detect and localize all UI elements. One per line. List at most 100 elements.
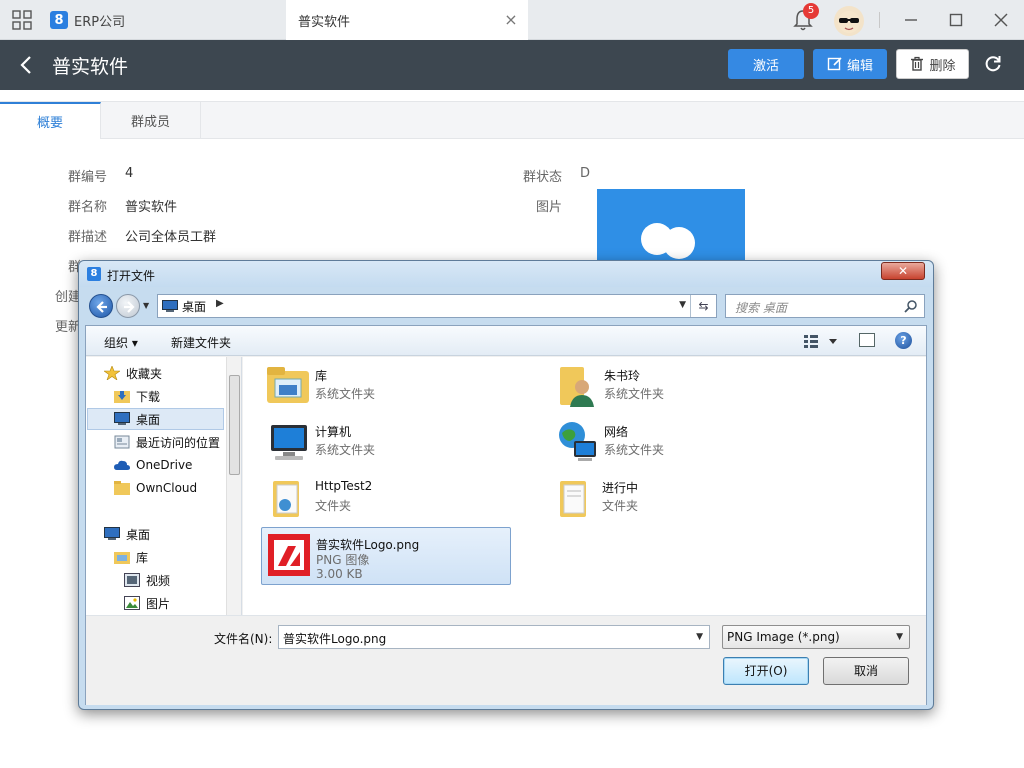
edit-button[interactable]: 编辑: [813, 49, 887, 79]
open-file-dialog: 8 打开文件 ✕ ▼ 桌面 ▶ ▼ ⇆ 搜索 桌面 组织 ▾ 新建文件夹 ? 收…: [78, 260, 934, 710]
png-image-icon: [268, 534, 310, 576]
window-tab-bar: 8 ERP公司 普实软件 × 5: [0, 0, 1024, 40]
folder-icon: [560, 481, 586, 517]
address-bar[interactable]: 桌面 ▶ ▼ ⇆: [157, 294, 717, 318]
tree-item-recent-places[interactable]: 最近访问的位置: [114, 431, 226, 453]
maximize-icon: [949, 13, 963, 27]
tab-erp-company[interactable]: 8 ERP公司: [50, 0, 280, 40]
cancel-button[interactable]: 取消: [823, 657, 909, 685]
file-item-logo-png[interactable]: 普实软件Logo.png PNG 图像 3.00 KB: [261, 527, 511, 585]
trash-icon: [911, 56, 924, 71]
back-arrow-icon[interactable]: [16, 54, 38, 76]
file-type: PNG 图像: [316, 553, 370, 567]
organize-menu[interactable]: 组织 ▾: [104, 334, 138, 351]
new-folder-button[interactable]: 新建文件夹: [171, 334, 231, 351]
forward-button[interactable]: [116, 294, 140, 318]
file-item-library[interactable]: 库 系统文件夹: [261, 359, 511, 413]
close-tab-icon[interactable]: ×: [504, 12, 518, 28]
address-dropdown-icon[interactable]: ▼: [679, 300, 686, 310]
dialog-titlebar[interactable]: 8 打开文件 ✕: [79, 261, 933, 287]
back-button[interactable]: [89, 294, 113, 318]
chevron-down-icon: ▼: [896, 632, 903, 642]
tree-scrollbar-thumb[interactable]: [229, 375, 240, 475]
file-name: 网络: [604, 425, 629, 439]
file-item-httptest2[interactable]: HttpTest2 文件夹: [261, 471, 511, 525]
tab-group-detail[interactable]: 普实软件 ×: [286, 0, 528, 40]
tab-erp-label: ERP公司: [74, 14, 126, 30]
dialog-body: 组织 ▾ 新建文件夹 ? 收藏夹 下载 桌面 最近访问的位置 OneDrive …: [85, 325, 927, 705]
group-name-value: 普实软件: [125, 200, 178, 215]
file-item-computer[interactable]: 计算机 系统文件夹: [261, 415, 511, 469]
page-header: 普实软件 激活 编辑 删除: [0, 40, 1024, 90]
tree-item-library[interactable]: 库: [114, 546, 224, 568]
preview-pane-icon[interactable]: [859, 333, 875, 347]
edit-icon: [827, 57, 842, 71]
apps-grid-icon[interactable]: [12, 10, 32, 30]
back-arrow-icon: [96, 301, 107, 313]
group-image-label: 图片: [536, 200, 563, 215]
maximize-button[interactable]: [943, 8, 969, 32]
tree-label: 桌面: [136, 412, 161, 427]
file-item-network[interactable]: 网络 系统文件夹: [550, 415, 800, 469]
notification-badge: 5: [803, 3, 819, 19]
tree-item-favorites[interactable]: 收藏夹: [104, 362, 224, 384]
tree-item-desktop[interactable]: 桌面: [87, 408, 224, 430]
file-name: 朱书玲: [604, 369, 641, 383]
tree-item-downloads[interactable]: 下载: [114, 385, 224, 407]
group-no-value: 4: [125, 166, 134, 181]
filename-field[interactable]: 普实软件Logo.png ▼: [278, 625, 710, 649]
folder-icon: [114, 481, 130, 495]
tree-label: 库: [136, 550, 149, 565]
library-icon: [267, 367, 309, 403]
dialog-navbar: ▼ 桌面 ▶ ▼ ⇆ 搜索 桌面: [85, 291, 927, 321]
tree-scrollbar[interactable]: [226, 357, 241, 615]
file-type: 系统文件夹: [604, 387, 665, 401]
tree-label: OneDrive: [136, 458, 193, 472]
group-name-label: 群名称: [68, 200, 108, 215]
minimize-button[interactable]: [898, 8, 924, 32]
breadcrumb-chevron-icon[interactable]: ▶: [216, 298, 224, 309]
tab-overview[interactable]: 概要: [0, 102, 101, 139]
dialog-footer: 文件名(N): 普实软件Logo.png ▼ PNG Image (*.png)…: [86, 615, 926, 705]
dialog-title: 打开文件: [107, 269, 156, 283]
tree-item-owncloud[interactable]: OwnCloud: [114, 477, 224, 499]
desktop-icon: [104, 527, 120, 540]
file-type: 系统文件夹: [604, 443, 665, 457]
open-button[interactable]: 打开(O): [723, 657, 809, 685]
brand-logo-icon: 8: [50, 11, 68, 29]
tree-item-pictures[interactable]: 图片: [124, 592, 224, 614]
dialog-close-button[interactable]: ✕: [881, 262, 925, 280]
refresh-icon[interactable]: [983, 53, 1003, 73]
tree-item-videos[interactable]: 视频: [124, 569, 224, 591]
delete-button[interactable]: 删除: [896, 49, 969, 79]
tree-item-onedrive[interactable]: OneDrive: [114, 454, 224, 476]
filetype-select[interactable]: PNG Image (*.png) ▼: [722, 625, 910, 649]
activate-button[interactable]: 激活: [728, 49, 804, 79]
search-input[interactable]: 搜索 桌面: [725, 294, 925, 318]
search-placeholder: 搜索 桌面: [735, 301, 787, 315]
folder-icon: [273, 481, 299, 517]
help-icon[interactable]: ?: [895, 332, 912, 349]
group-desc-value: 公司全体员工群: [125, 230, 217, 245]
user-folder-icon: [560, 367, 594, 407]
avatar[interactable]: [834, 6, 864, 36]
filename-label: 文件名(N):: [214, 632, 273, 646]
recent-places-icon: [114, 435, 130, 449]
group-no-label: 群编号: [68, 170, 108, 185]
minimize-icon: [905, 19, 917, 21]
file-item-user-folder[interactable]: 朱书玲 系统文件夹: [550, 359, 800, 413]
tree-item-desktop-root[interactable]: 桌面: [104, 523, 224, 545]
download-folder-icon: [114, 391, 130, 403]
close-window-button[interactable]: [988, 8, 1014, 32]
chevron-down-icon[interactable]: ▼: [696, 632, 703, 642]
dialog-app-icon: 8: [87, 267, 101, 281]
recent-pages-dropdown[interactable]: ▼: [143, 301, 153, 311]
file-name: HttpTest2: [315, 479, 373, 493]
group-status-label: 群状态: [523, 170, 563, 185]
view-options-icon[interactable]: [803, 334, 839, 348]
group-desc-label: 群描述: [68, 230, 108, 245]
file-type: 文件夹: [602, 499, 639, 513]
file-item-in-progress[interactable]: 进行中 文件夹: [548, 471, 798, 525]
tab-group-members[interactable]: 群成员: [101, 102, 201, 139]
address-refresh-button[interactable]: ⇆: [690, 295, 716, 317]
